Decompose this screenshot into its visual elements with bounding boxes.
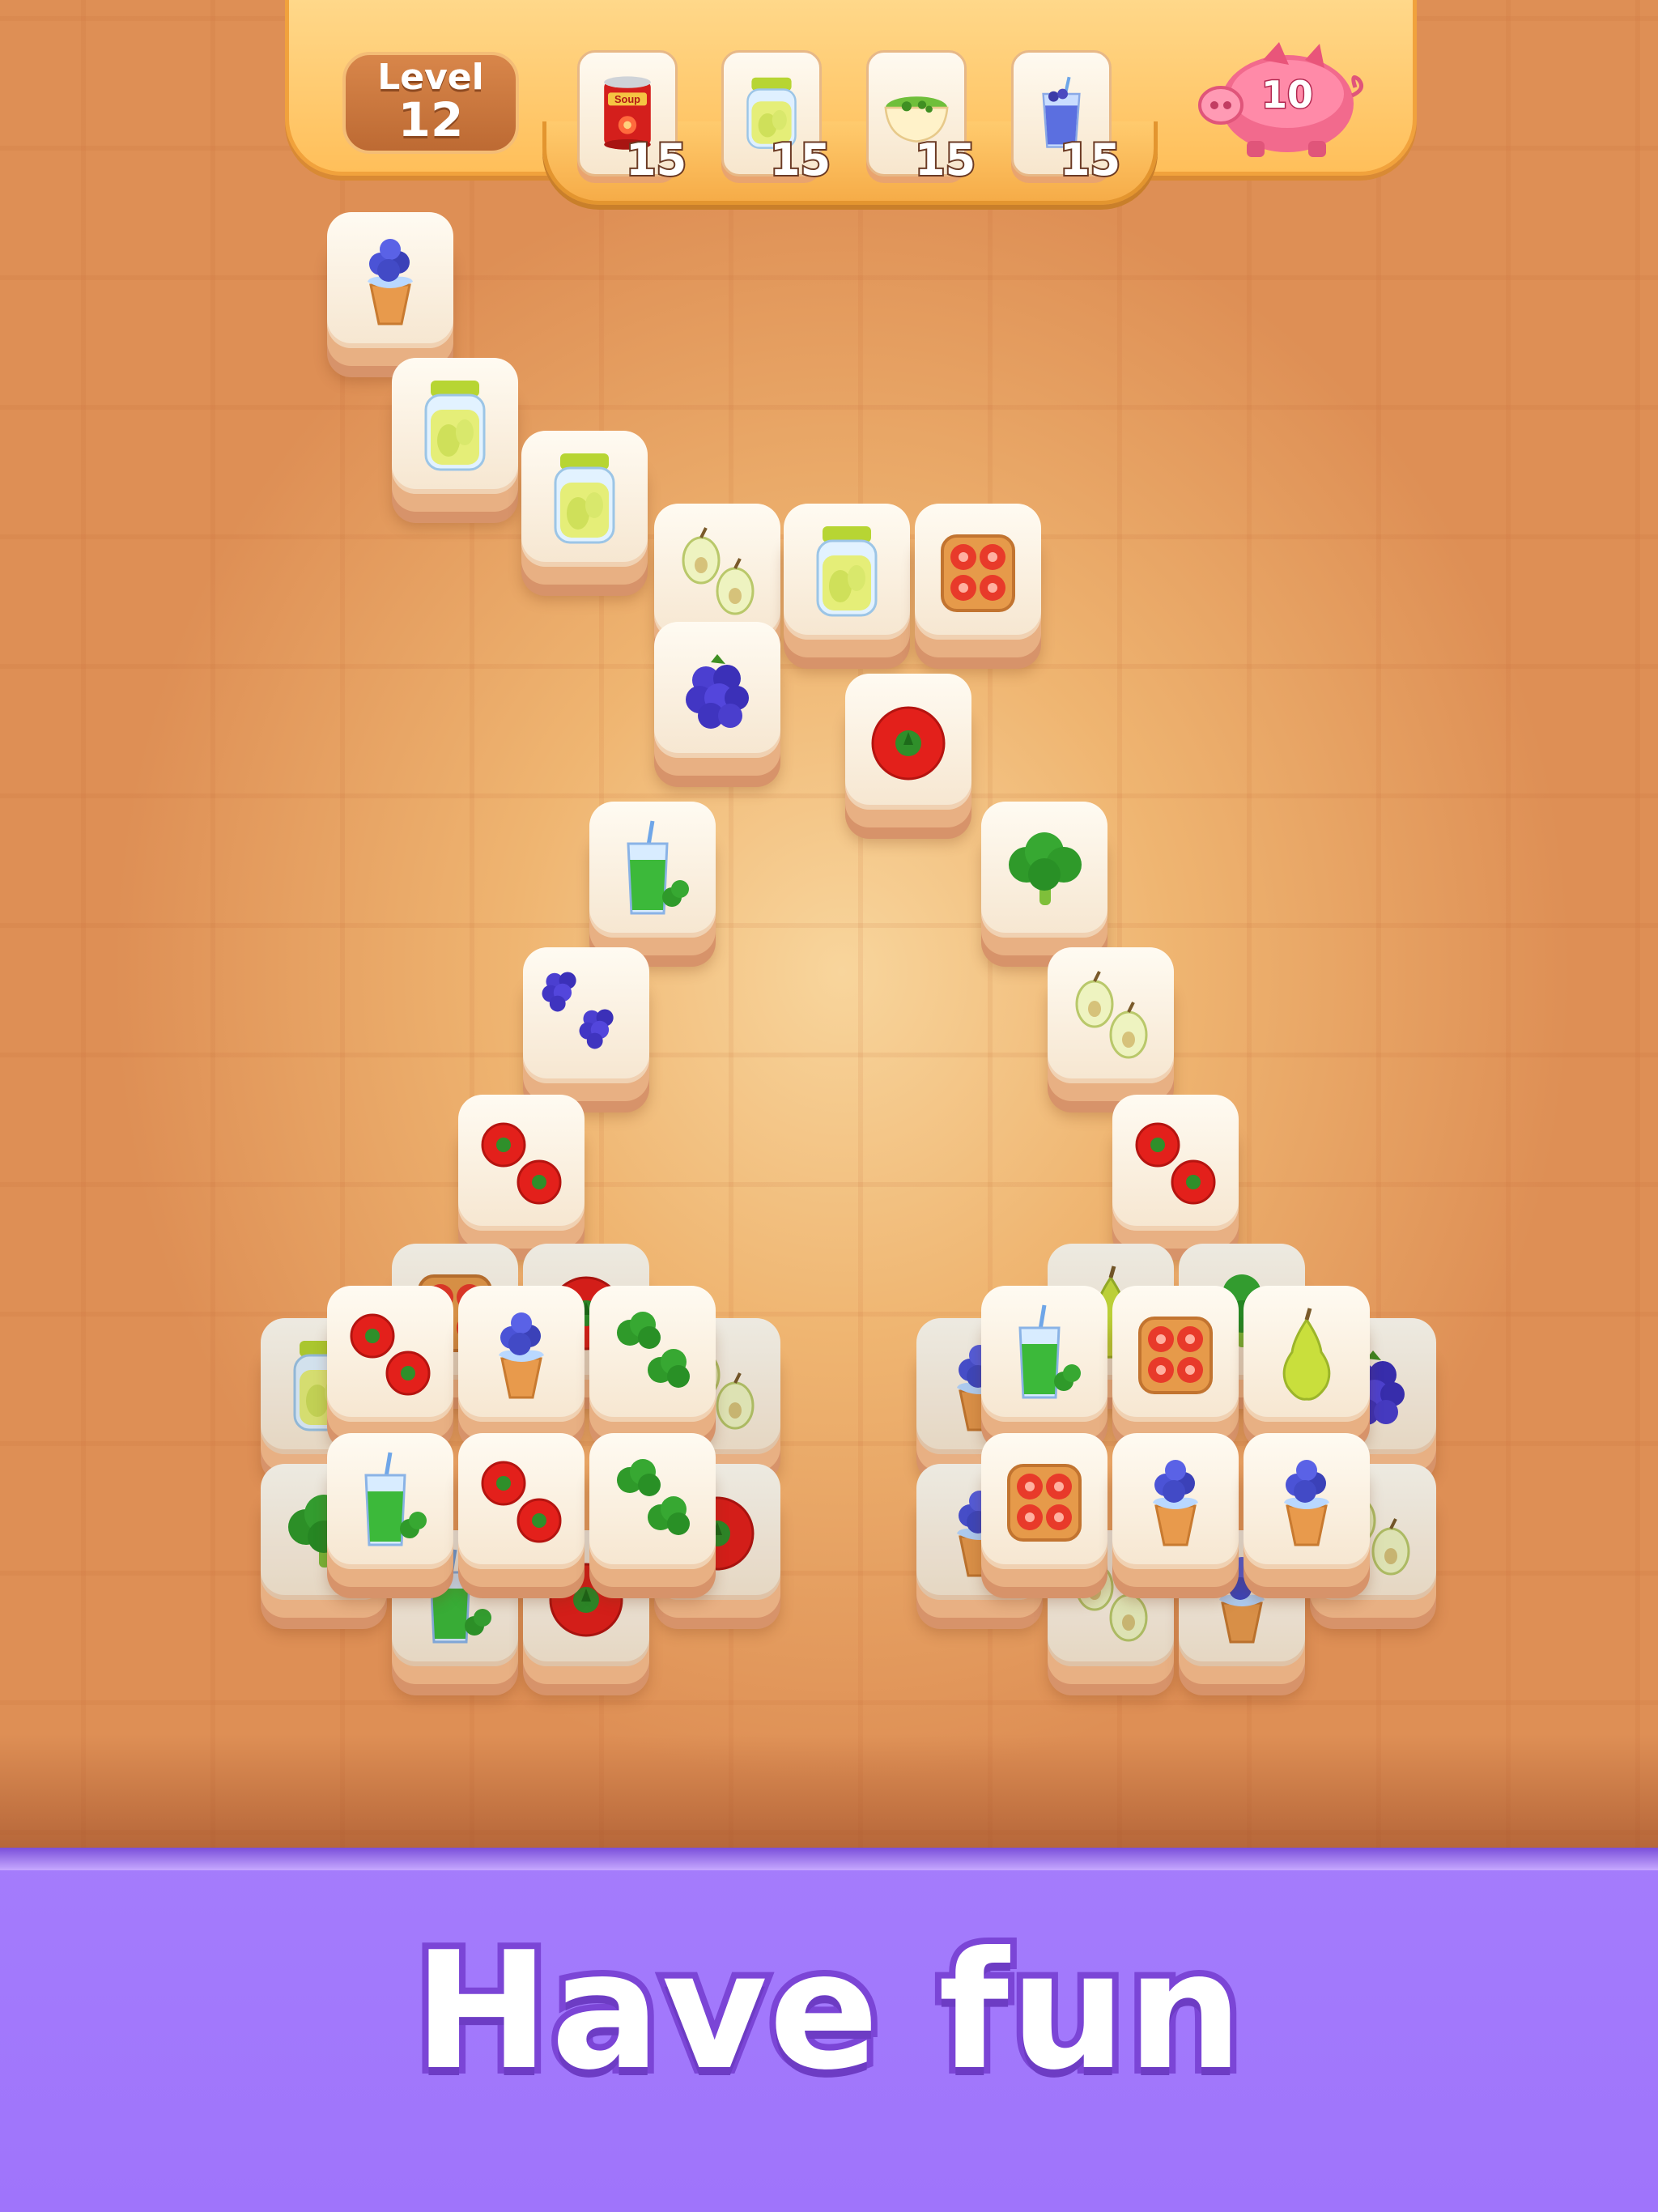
tile-face (981, 1433, 1107, 1569)
tomato-toast-icon (1138, 1317, 1213, 1394)
mahjong-tile[interactable] (1244, 1433, 1370, 1587)
mahjong-tile[interactable] (1112, 1286, 1239, 1440)
mahjong-tile[interactable] (589, 1286, 716, 1440)
tile-face (523, 947, 649, 1083)
tile-face (327, 1433, 453, 1569)
broccolis-icon (617, 1459, 690, 1535)
goal-pear-jar: 15 (721, 50, 832, 187)
blackberry-icon (686, 654, 749, 729)
broccolis-icon (617, 1312, 690, 1388)
tile-face (845, 674, 971, 810)
goal-soup-can: Soup 15 (577, 50, 688, 187)
mahjong-tile[interactable] (589, 802, 716, 955)
broccoli-icon (1009, 832, 1082, 905)
mahjong-tile[interactable] (981, 802, 1107, 955)
mahjong-tile[interactable] (458, 1433, 585, 1587)
goal-blueberry-juice: 15 (1011, 50, 1122, 187)
board-shadow (0, 1734, 1658, 1848)
tile-face (1112, 1286, 1239, 1422)
mahjong-tile[interactable] (327, 212, 453, 366)
mahjong-tile[interactable] (654, 504, 780, 657)
mahjong-tile[interactable] (1244, 1286, 1370, 1440)
soup-label: Soup (614, 93, 640, 105)
tile-face (458, 1095, 585, 1231)
tile-face (981, 802, 1107, 938)
tile-face (589, 1286, 716, 1422)
mahjong-tile[interactable] (845, 674, 971, 827)
tile-face (654, 622, 780, 758)
tile-face (327, 212, 453, 348)
tile-face (521, 431, 648, 567)
tile-face (1244, 1433, 1370, 1569)
tomatoes-icon (481, 1122, 562, 1205)
mahjong-tile[interactable] (784, 504, 910, 657)
tile-face (392, 358, 518, 494)
piggy-bank-count: 10 (1260, 72, 1314, 118)
goal-count: 15 (624, 133, 688, 187)
mahjong-tile[interactable] (327, 1433, 453, 1587)
mahjong-tile[interactable] (521, 431, 648, 585)
pears-icon (682, 527, 755, 615)
mahjong-tile[interactable] (654, 622, 780, 776)
green-juice-icon (627, 820, 689, 915)
blueberry-ice-cream-icon (1153, 1460, 1198, 1546)
tile-face (1112, 1433, 1239, 1569)
tomatoes-icon (1135, 1122, 1216, 1205)
tile-face (1244, 1286, 1370, 1422)
tile-face (1112, 1095, 1239, 1231)
tile-face (1048, 947, 1174, 1083)
tile-face (589, 802, 716, 938)
pear-icon (1282, 1308, 1331, 1401)
level-badge: Level 12 (342, 52, 519, 154)
mahjong-tile[interactable] (523, 947, 649, 1101)
tile-face (458, 1286, 585, 1422)
tomato-icon (871, 706, 946, 781)
promo-tagline: Have fun (407, 1911, 1249, 2112)
pear-jar-icon (554, 453, 615, 544)
goal-broccoli-soup: 15 (866, 50, 977, 187)
mahjong-tile[interactable] (1048, 947, 1174, 1101)
banner-stripe (0, 1848, 1658, 1870)
level-number: 12 (397, 92, 464, 147)
mahjong-tile[interactable] (1112, 1095, 1239, 1249)
mahjong-tile[interactable] (1112, 1433, 1239, 1587)
green-juice-icon (364, 1452, 427, 1546)
tomato-toast-icon (1007, 1464, 1082, 1542)
mahjong-tile[interactable] (981, 1433, 1107, 1587)
mahjong-tile[interactable] (981, 1286, 1107, 1440)
pears-icon (1075, 971, 1148, 1059)
tile-face (915, 504, 1041, 640)
tile-face (784, 504, 910, 640)
blueberry-ice-cream-icon (1284, 1460, 1329, 1546)
mahjong-tile[interactable] (458, 1095, 585, 1249)
blueberry-ice-cream-icon (368, 239, 413, 325)
tomato-toast-icon (941, 534, 1015, 612)
tile-face (981, 1286, 1107, 1422)
tile-face (458, 1433, 585, 1569)
mahjong-tile[interactable] (392, 358, 518, 512)
blueberry-ice-cream-icon (499, 1312, 544, 1399)
goal-count: 15 (1058, 133, 1122, 187)
pear-jar-icon (424, 381, 486, 471)
tile-face (327, 1286, 453, 1422)
tomatoes-icon (350, 1313, 431, 1396)
mahjong-tile[interactable] (458, 1286, 585, 1440)
mahjong-tile[interactable] (589, 1433, 716, 1587)
blackberries-icon (542, 972, 614, 1049)
goal-count: 15 (768, 133, 832, 187)
mahjong-tile[interactable] (327, 1286, 453, 1440)
green-juice-icon (1018, 1304, 1081, 1399)
mahjong-tile[interactable] (915, 504, 1041, 657)
pear-jar-icon (816, 526, 878, 617)
tomatoes-icon (481, 1461, 562, 1543)
tile-face (589, 1433, 716, 1569)
tile-face (654, 504, 780, 640)
goal-count: 15 (913, 133, 977, 187)
